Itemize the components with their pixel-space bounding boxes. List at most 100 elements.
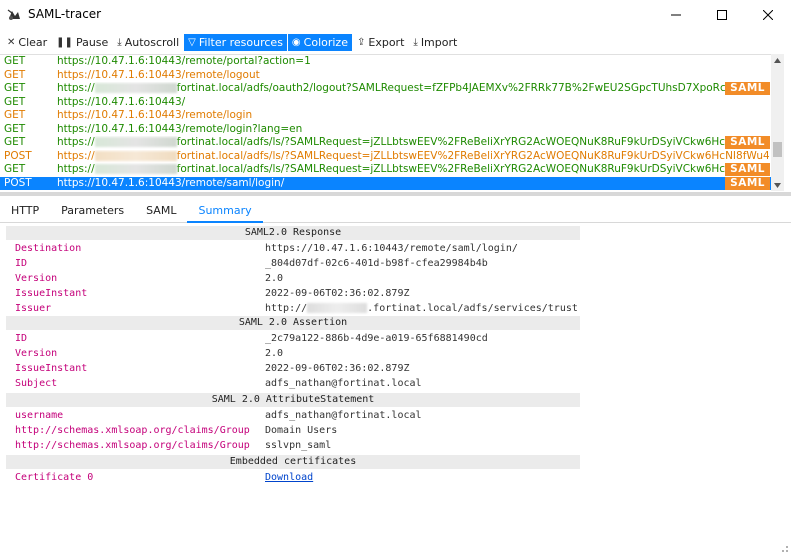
summary-row: Version 2.0 bbox=[15, 273, 284, 284]
import-button[interactable]: ⤓ Import bbox=[409, 34, 461, 51]
filter-icon: ▽ bbox=[188, 36, 196, 48]
import-icon: ⤓ bbox=[413, 36, 418, 48]
minimize-icon bbox=[671, 14, 681, 16]
summary-row: ID _2c79a122-886b-4d9e-a019-65f6881490cd bbox=[15, 333, 488, 344]
saml-badge: SAML bbox=[725, 176, 770, 190]
summary-row: http://schemas.xmlsoap.org/claims/Group s… bbox=[15, 440, 332, 451]
request-method: GET bbox=[4, 163, 26, 175]
title-bar: SAML-tracer bbox=[0, 0, 791, 30]
request-method: GET bbox=[4, 109, 26, 121]
request-method: GET bbox=[4, 95, 26, 108]
tab-summary[interactable]: Summary bbox=[187, 199, 263, 223]
request-row[interactable]: GET https://10.47.1.6:10443/ bbox=[0, 96, 784, 110]
request-method: POST bbox=[4, 176, 32, 189]
request-method: GET bbox=[4, 136, 26, 148]
filter-resources-button[interactable]: ▽ Filter resources bbox=[184, 33, 287, 51]
clear-label: Clear bbox=[18, 35, 48, 49]
summary-row: IssueInstant 2022-09-06T02:36:02.879Z bbox=[15, 288, 410, 299]
export-button[interactable]: ⇪ Export bbox=[353, 34, 408, 51]
section-header: SAML 2.0 Assertion bbox=[6, 316, 580, 330]
request-row[interactable]: GET https://10.47.1.6:10443/remote/login… bbox=[0, 123, 784, 137]
redacted-host bbox=[94, 137, 177, 147]
request-url: https://10.47.1.6:10443/remote/logout bbox=[57, 68, 260, 81]
request-method: GET bbox=[4, 68, 26, 81]
request-url: https://10.47.1.6:10443/remote/saml/logi… bbox=[57, 176, 285, 189]
request-method: GET bbox=[4, 122, 26, 135]
pause-label: Pause bbox=[75, 35, 109, 49]
pause-button[interactable]: ❚❚ Pause bbox=[52, 34, 112, 51]
summary-row: Version 2.0 bbox=[15, 348, 284, 359]
saml-badge: SAML bbox=[725, 136, 770, 149]
saml-badge: SAML bbox=[725, 163, 770, 176]
colorize-button[interactable]: ◉ Colorize bbox=[287, 33, 352, 51]
request-row-selected[interactable]: POST https://10.47.1.6:10443/remote/saml… bbox=[0, 176, 784, 190]
redacted-host bbox=[307, 303, 368, 313]
request-url: https://fortinat.local/adfs/ls/?SAMLRequ… bbox=[57, 149, 769, 162]
request-row[interactable]: GET https://10.47.1.6:10443/remote/login bbox=[0, 109, 784, 123]
detail-tabs: HTTP Parameters SAML Summary bbox=[0, 199, 791, 223]
tab-http[interactable]: HTTP bbox=[0, 199, 50, 222]
minimize-button[interactable] bbox=[653, 0, 699, 30]
request-method: POST bbox=[4, 149, 32, 162]
request-method: GET bbox=[4, 82, 26, 94]
scroll-thumb[interactable] bbox=[773, 142, 782, 157]
saml-badge: SAML bbox=[725, 82, 770, 95]
window-title: SAML-tracer bbox=[28, 7, 102, 21]
section-header: Embedded certificates bbox=[6, 455, 580, 469]
pane-splitter[interactable] bbox=[0, 192, 791, 196]
request-url: https://10.47.1.6:10443/remote/portal?ac… bbox=[57, 55, 311, 67]
resize-grip-icon[interactable] bbox=[779, 543, 789, 553]
summary-row: Certificate 0 Download bbox=[15, 472, 314, 483]
autoscroll-button[interactable]: ⤓ Autoscroll bbox=[113, 34, 183, 51]
download-certificate-link[interactable]: Download bbox=[265, 472, 313, 483]
request-url: https://fortinat.local/adfs/oauth2/logou… bbox=[57, 82, 727, 94]
summary-row: ID _804d07df-02c6-401d-b98f-cfea29984b4b bbox=[15, 258, 488, 269]
clear-icon: ✕ bbox=[7, 36, 16, 48]
colorize-label: Colorize bbox=[303, 35, 348, 49]
request-list-scrollbar[interactable] bbox=[771, 54, 784, 191]
request-url: https://fortinat.local/adfs/ls/?SAMLRequ… bbox=[57, 163, 727, 175]
autoscroll-icon: ⤓ bbox=[117, 36, 122, 48]
maximize-icon bbox=[717, 10, 727, 20]
request-url: https://fortinat.local/adfs/ls/?SAMLRequ… bbox=[57, 136, 727, 148]
redacted-host bbox=[94, 164, 177, 174]
close-icon bbox=[763, 10, 773, 20]
section-header: SAML2.0 Response bbox=[6, 226, 580, 240]
autoscroll-label: Autoscroll bbox=[124, 35, 180, 49]
summary-row: Subject adfs_nathan@fortinat.local bbox=[15, 378, 422, 389]
tab-saml[interactable]: SAML bbox=[135, 199, 187, 222]
export-icon: ⇪ bbox=[356, 36, 366, 48]
request-row[interactable]: GET https://fortinat.local/adfs/ls/?SAML… bbox=[0, 136, 784, 150]
summary-table: SAML2.0 Response Destination https://10.4… bbox=[6, 226, 580, 485]
clear-button[interactable]: ✕ Clear bbox=[3, 34, 51, 51]
request-row[interactable]: GET https://fortinat.local/adfs/ls/?SAML… bbox=[0, 163, 784, 177]
toolbar: ✕ Clear ❚❚ Pause ⤓ Autoscroll ▽ Filter resou… bbox=[0, 32, 791, 52]
request-row[interactable]: GET https://10.47.1.6:10443/remote/porta… bbox=[0, 55, 784, 69]
request-row[interactable]: GET https://10.47.1.6:10443/remote/logou… bbox=[0, 69, 784, 83]
summary-row: Destination https://10.47.1.6:10443/remot… bbox=[15, 243, 518, 254]
request-row[interactable]: GET https://fortinat.local/adfs/oauth2/l… bbox=[0, 82, 784, 96]
maximize-button[interactable] bbox=[699, 0, 745, 30]
request-list: GET https://10.47.1.6:10443/remote/porta… bbox=[0, 54, 784, 191]
request-row[interactable]: POST https://fortinat.local/adfs/ls/?SAM… bbox=[0, 150, 784, 164]
chevron-down-icon bbox=[774, 182, 781, 188]
summary-row: http://schemas.xmlsoap.org/claims/Group D… bbox=[15, 425, 338, 436]
colorize-icon: ◉ bbox=[291, 36, 301, 48]
redacted-host bbox=[94, 150, 177, 161]
request-url: https://10.47.1.6:10443/ bbox=[57, 95, 186, 108]
request-url: https://10.47.1.6:10443/remote/login bbox=[57, 109, 253, 121]
scroll-down-button[interactable] bbox=[771, 179, 784, 191]
saml-tracer-icon bbox=[7, 9, 20, 20]
summary-row: Issuer http://.fortinat.local/adfs/servic… bbox=[15, 303, 578, 314]
filter-resources-label: Filter resources bbox=[198, 35, 283, 49]
import-label: Import bbox=[420, 35, 458, 49]
request-url: https://10.47.1.6:10443/remote/login?lan… bbox=[57, 122, 303, 135]
redacted-host bbox=[94, 83, 177, 93]
request-method: GET bbox=[4, 55, 26, 67]
scroll-up-button[interactable] bbox=[771, 54, 784, 66]
summary-row: IssueInstant 2022-09-06T02:36:02.879Z bbox=[15, 363, 410, 374]
export-label: Export bbox=[368, 35, 405, 49]
tab-parameters[interactable]: Parameters bbox=[50, 199, 135, 222]
close-window-button[interactable] bbox=[745, 0, 791, 30]
chevron-up-icon bbox=[774, 57, 781, 63]
